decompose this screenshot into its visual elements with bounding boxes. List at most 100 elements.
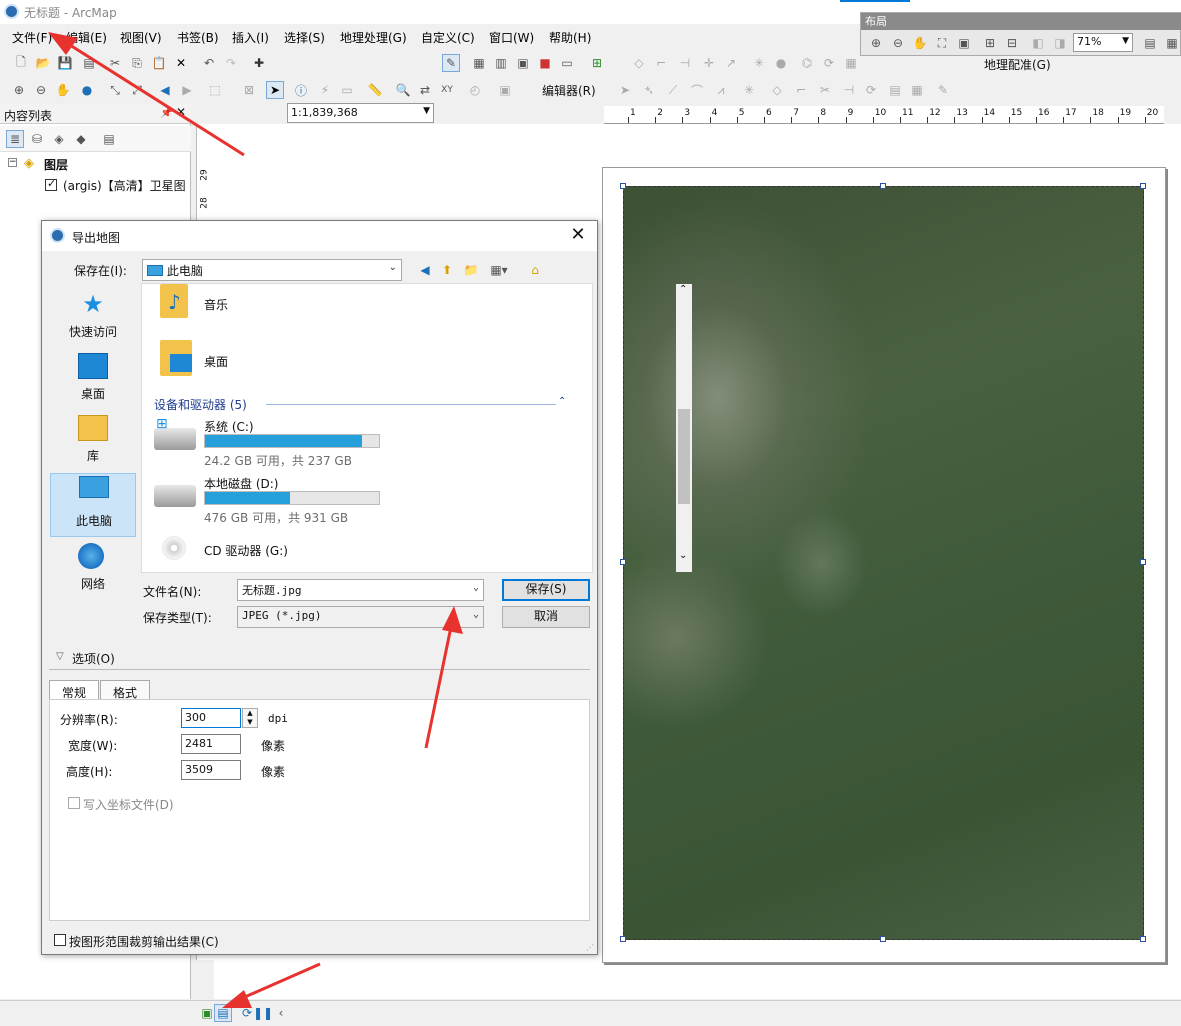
- fixed-zoom-in-icon[interactable]: ⊞: [981, 34, 999, 52]
- delete-icon[interactable]: ✕: [172, 54, 190, 72]
- zoom-whole-page-icon[interactable]: ⛶: [933, 34, 951, 52]
- place-desktop[interactable]: 桌面: [50, 351, 136, 411]
- view-menu-icon[interactable]: ▦▾: [486, 261, 512, 279]
- selection-handle[interactable]: [1140, 559, 1146, 565]
- hyperlink-icon[interactable]: ⚡: [316, 81, 334, 99]
- undo-icon[interactable]: ↶: [200, 54, 218, 72]
- save-in-combo[interactable]: 此电脑 ⌄: [142, 259, 402, 281]
- pan-page-icon[interactable]: ✋: [911, 34, 929, 52]
- point-icon[interactable]: ✳: [740, 81, 758, 99]
- modelbuilder-icon[interactable]: ⊞: [588, 54, 606, 72]
- pan-icon[interactable]: ✋: [54, 81, 72, 99]
- attributes-icon[interactable]: ▦: [842, 54, 860, 72]
- selection-handle[interactable]: [1140, 183, 1146, 189]
- selection-handle[interactable]: [620, 183, 626, 189]
- scroll-up-icon[interactable]: ⌃: [679, 284, 687, 295]
- zoom-out-icon[interactable]: ⊖: [32, 81, 50, 99]
- cancel-button[interactable]: 取消: [502, 606, 590, 628]
- table-of-contents-icon[interactable]: ▦: [470, 54, 488, 72]
- options-label[interactable]: 选项(O): [72, 650, 115, 667]
- filetype-select[interactable]: JPEG (*.jpg) ⌄: [237, 606, 484, 628]
- find-icon[interactable]: 🔍: [394, 81, 412, 99]
- place-quick-access[interactable]: ★ 快速访问: [50, 289, 136, 349]
- drive-c[interactable]: ⊞ 系统 (C:) 24.2 GB 可用，共 237 GB: [152, 414, 572, 468]
- pause-drawing-icon[interactable]: ❚❚: [253, 1004, 273, 1022]
- fixed-zoom-out-icon[interactable]: ⤢: [128, 81, 146, 99]
- find-route-icon[interactable]: ⇄: [416, 81, 434, 99]
- edit-annotation-icon[interactable]: ➴: [640, 81, 658, 99]
- resolution-input[interactable]: 300: [181, 708, 241, 728]
- search-window-icon[interactable]: ▣: [514, 54, 532, 72]
- select-features-icon[interactable]: ⬚: [206, 81, 224, 99]
- identify-icon[interactable]: ⓘ: [292, 81, 310, 99]
- scroll-thumb[interactable]: [678, 409, 690, 504]
- resize-grip-icon[interactable]: ⋰: [586, 943, 594, 952]
- save-button[interactable]: 保存(S): [502, 579, 590, 601]
- select-elements-icon[interactable]: ➤: [266, 81, 284, 99]
- menu-customize[interactable]: 自定义(C): [421, 29, 475, 46]
- folder-music[interactable]: ♪ 音乐: [152, 284, 452, 324]
- catalog-icon[interactable]: ▥: [492, 54, 510, 72]
- rotate-icon[interactable]: ⟳: [820, 54, 838, 72]
- straight-segment-icon[interactable]: ⟋: [664, 81, 682, 99]
- python-window-icon[interactable]: ▭: [558, 54, 576, 72]
- split-line-icon[interactable]: ⊣: [676, 54, 694, 72]
- zoom-in-page-icon[interactable]: ⊕: [867, 34, 885, 52]
- back-icon[interactable]: ◀: [416, 261, 434, 279]
- selection-handle[interactable]: [1140, 936, 1146, 942]
- selection-handle[interactable]: [880, 183, 886, 189]
- globe-icon[interactable]: ●: [772, 54, 790, 72]
- toggle-draft-mode-icon[interactable]: ▤: [1141, 34, 1159, 52]
- place-this-pc[interactable]: 此电脑: [50, 473, 136, 537]
- open-folder-icon[interactable]: 📂: [34, 54, 52, 72]
- list-by-visibility-icon[interactable]: ◈: [50, 130, 68, 148]
- zoom-100-icon[interactable]: ▣: [955, 34, 973, 52]
- devices-group-header[interactable]: 设备和驱动器 (5) ⌃: [154, 396, 566, 414]
- previous-extent-icon[interactable]: ◧: [1029, 34, 1047, 52]
- pin-icon[interactable]: 📌: [160, 106, 174, 119]
- arctoolbox-icon[interactable]: ■: [536, 54, 554, 72]
- move-icon[interactable]: ✛: [700, 54, 718, 72]
- editor-menu[interactable]: 编辑器(R): [542, 82, 596, 99]
- edit-tool-icon[interactable]: ➤: [616, 81, 634, 99]
- zoom-in-icon[interactable]: ⊕: [10, 81, 28, 99]
- menu-view[interactable]: 视图(V): [120, 29, 162, 46]
- menu-geoprocessing[interactable]: 地理处理(G): [340, 29, 407, 46]
- width-input[interactable]: 2481: [181, 734, 241, 754]
- zoom-out-page-icon[interactable]: ⊖: [889, 34, 907, 52]
- focus-data-frame-icon[interactable]: ▦: [1163, 34, 1181, 52]
- fixed-zoom-in-icon[interactable]: ⤡: [106, 81, 124, 99]
- trace-icon[interactable]: ⩘: [712, 81, 730, 99]
- save-icon[interactable]: 💾: [56, 54, 74, 72]
- create-features-icon[interactable]: ✎: [934, 81, 952, 99]
- full-extent-icon[interactable]: ●: [78, 81, 96, 99]
- reshape-feature-icon[interactable]: ⌐: [792, 81, 810, 99]
- clear-selection-icon[interactable]: ⊠: [240, 81, 258, 99]
- folder-desktop[interactable]: 桌面: [152, 340, 452, 380]
- reshape-icon[interactable]: ⌐: [652, 54, 670, 72]
- paste-icon[interactable]: 📋: [150, 54, 168, 72]
- attributes-window-icon[interactable]: ▤: [886, 81, 904, 99]
- close-icon[interactable]: ✕: [176, 105, 186, 119]
- topology-icon[interactable]: ⌬: [798, 54, 816, 72]
- resolution-spinner[interactable]: ▲ ▼: [242, 708, 258, 728]
- split-icon[interactable]: ⊣: [840, 81, 858, 99]
- go-to-xy-icon[interactable]: XY: [438, 81, 456, 99]
- height-input[interactable]: 3509: [181, 760, 241, 780]
- new-folder-icon[interactable]: 📁: [462, 261, 480, 279]
- fixed-zoom-out-icon[interactable]: ⊟: [1003, 34, 1021, 52]
- place-libraries[interactable]: 库: [50, 413, 136, 473]
- data-frame-satellite-map[interactable]: [620, 183, 1146, 942]
- sketch-icon[interactable]: ✳: [750, 54, 768, 72]
- write-world-file-checkbox[interactable]: [68, 797, 80, 809]
- up-folder-icon[interactable]: ⬆: [438, 261, 456, 279]
- drive-d[interactable]: 本地磁盘 (D:) 476 GB 可用，共 931 GB: [152, 471, 572, 525]
- construct-icon[interactable]: ↗: [722, 54, 740, 72]
- map-scale-combo[interactable]: 1:1,839,368 ▼: [287, 103, 434, 123]
- time-slider-icon[interactable]: ◴: [466, 81, 484, 99]
- layer-name[interactable]: (argis)【高清】卫星图: [63, 177, 185, 194]
- collapse-toggle-icon[interactable]: −: [8, 158, 17, 167]
- menu-edit[interactable]: 编辑(E): [66, 29, 107, 46]
- rotate-feature-icon[interactable]: ⟳: [862, 81, 880, 99]
- edit-vertices-icon[interactable]: ◇: [630, 54, 648, 72]
